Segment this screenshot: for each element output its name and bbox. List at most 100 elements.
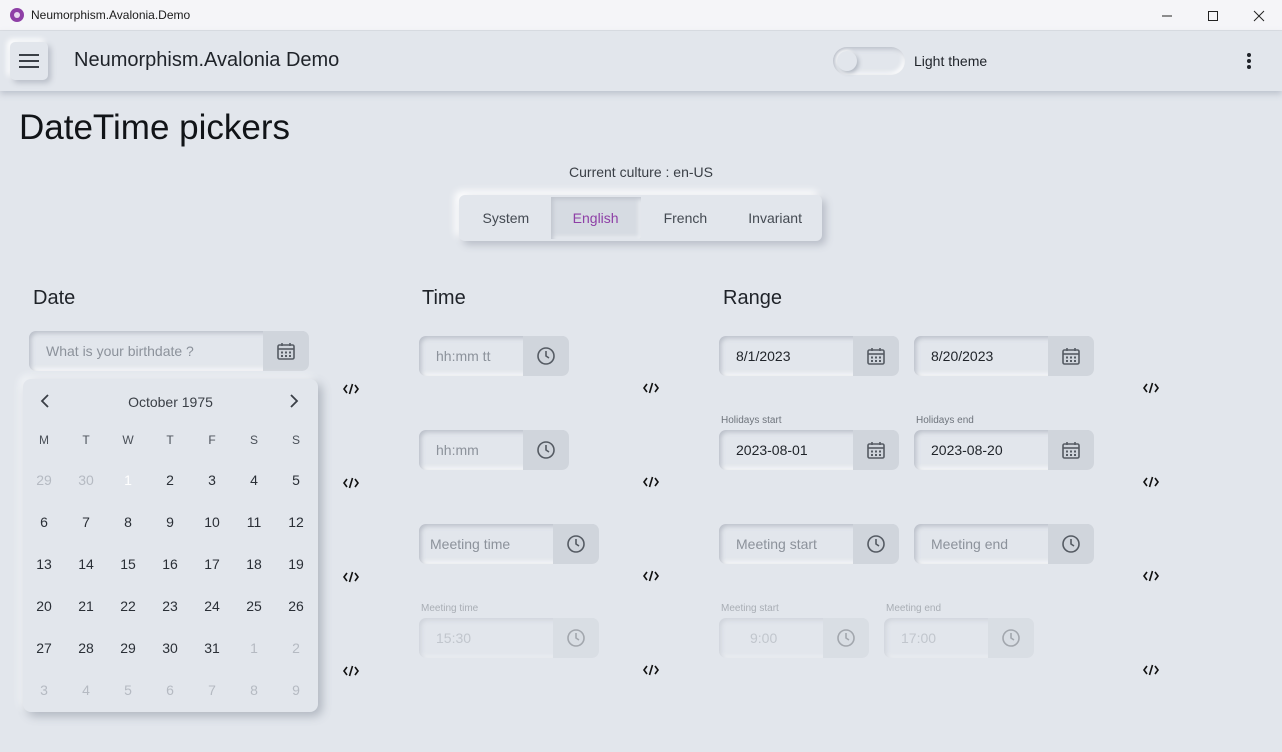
calendar-day[interactable]: 23 xyxy=(150,586,190,626)
calendar-day[interactable]: 22 xyxy=(108,586,148,626)
holidays-start-field[interactable]: 2023-08-01 xyxy=(719,430,899,470)
time-field-24h[interactable]: hh:mm xyxy=(419,430,569,470)
calendar-day[interactable]: 8 xyxy=(108,502,148,542)
calendar-day[interactable]: 15 xyxy=(108,544,148,584)
holidays-end-value: 2023-08-20 xyxy=(931,442,1003,458)
culture-option-french[interactable]: French xyxy=(641,197,731,239)
calendar-day[interactable]: 4 xyxy=(234,460,274,500)
maximize-button[interactable] xyxy=(1190,0,1236,31)
more-vert-icon xyxy=(1247,53,1251,69)
meeting-end-clock-button[interactable] xyxy=(1048,524,1094,564)
code-icon xyxy=(1143,382,1159,394)
calendar-day-outside-month[interactable]: 1 xyxy=(234,628,274,668)
view-code-button-date-1[interactable] xyxy=(341,381,361,397)
calendar-day-outside-month[interactable]: 3 xyxy=(24,670,64,710)
calendar-day[interactable]: 27 xyxy=(24,628,64,668)
view-code-button-range-2[interactable] xyxy=(1141,474,1161,490)
more-options-button[interactable] xyxy=(1236,47,1262,75)
view-code-button-time-3[interactable] xyxy=(641,568,661,584)
calendar-day[interactable]: 18 xyxy=(234,544,274,584)
meeting-time-clock-button[interactable] xyxy=(553,524,599,564)
calendar-day[interactable]: 10 xyxy=(192,502,232,542)
time-24h-clock-button[interactable] xyxy=(523,430,569,470)
calendar-day-outside-month[interactable]: 5 xyxy=(108,670,148,710)
calendar-day-outside-month[interactable]: 30 xyxy=(66,460,106,500)
time-field-12h[interactable]: hh:mm tt xyxy=(419,336,569,376)
calendar-day[interactable]: 3 xyxy=(192,460,232,500)
calendar-day-outside-month[interactable]: 4 xyxy=(66,670,106,710)
code-icon xyxy=(643,664,659,676)
range-end-calendar-button[interactable] xyxy=(1048,336,1094,376)
meeting-end-disabled-value: 17:00 xyxy=(901,630,937,646)
view-code-button-time-2[interactable] xyxy=(641,474,661,490)
calendar-day-selected[interactable]: 1 xyxy=(108,460,148,500)
view-code-button-range-4[interactable] xyxy=(1141,662,1161,678)
culture-option-english[interactable]: English xyxy=(550,197,641,239)
calendar-day[interactable]: 17 xyxy=(192,544,232,584)
calendar-day-outside-month[interactable]: 2 xyxy=(276,628,316,668)
culture-option-invariant[interactable]: Invariant xyxy=(730,197,820,239)
calendar-day[interactable]: 9 xyxy=(150,502,190,542)
minimize-button[interactable] xyxy=(1144,0,1190,31)
calendar-day[interactable]: 26 xyxy=(276,586,316,626)
calendar-day-outside-month[interactable]: 6 xyxy=(150,670,190,710)
holidays-end-calendar-button[interactable] xyxy=(1048,430,1094,470)
view-code-button-time-1[interactable] xyxy=(641,380,661,396)
birthdate-date-field[interactable]: What is your birthdate ? xyxy=(29,331,309,371)
calendar-day[interactable]: 20 xyxy=(24,586,64,626)
calendar-day[interactable]: 24 xyxy=(192,586,232,626)
calendar-day[interactable]: 2 xyxy=(150,460,190,500)
app-title: Neumorphism.Avalonia Demo xyxy=(74,49,340,71)
calendar-day[interactable]: 7 xyxy=(66,502,106,542)
view-code-button-range-3[interactable] xyxy=(1141,568,1161,584)
holidays-start-calendar-button[interactable] xyxy=(853,430,899,470)
hamburger-menu-button[interactable] xyxy=(10,42,48,80)
calendar-day[interactable]: 21 xyxy=(66,586,106,626)
view-code-button-time-4[interactable] xyxy=(641,662,661,678)
view-code-button-date-3[interactable] xyxy=(341,569,361,585)
range-start-calendar-button[interactable] xyxy=(853,336,899,376)
code-icon xyxy=(643,382,659,394)
calendar-day[interactable]: 16 xyxy=(150,544,190,584)
meeting-time-field[interactable]: Meeting time xyxy=(419,524,599,564)
calendar-month-label[interactable]: October 1975 xyxy=(23,394,318,410)
app-bar: Neumorphism.Avalonia Demo Light theme xyxy=(0,31,1282,91)
view-code-button-date-2[interactable] xyxy=(341,475,361,491)
holidays-end-field[interactable]: 2023-08-20 xyxy=(914,430,1094,470)
time-12h-clock-button[interactable] xyxy=(523,336,569,376)
meeting-start-clock-button[interactable] xyxy=(853,524,899,564)
calendar-day[interactable]: 28 xyxy=(66,628,106,668)
calendar-day-outside-month[interactable]: 9 xyxy=(276,670,316,710)
section-title-time: Time xyxy=(422,287,466,309)
calendar-day-outside-month[interactable]: 8 xyxy=(234,670,274,710)
culture-option-system[interactable]: System xyxy=(461,197,551,239)
meeting-time-disabled-clock-button xyxy=(553,618,599,658)
calendar-day[interactable]: 12 xyxy=(276,502,316,542)
range-start-date-field[interactable]: 8/1/2023 xyxy=(719,336,899,376)
calendar-icon xyxy=(867,442,885,459)
range-end-date-field[interactable]: 8/20/2023 xyxy=(914,336,1094,376)
calendar-day[interactable]: 30 xyxy=(150,628,190,668)
close-button[interactable] xyxy=(1236,0,1282,31)
calendar-day[interactable]: 6 xyxy=(24,502,64,542)
meeting-start-field[interactable]: Meeting start xyxy=(719,524,899,564)
calendar-day[interactable]: 25 xyxy=(234,586,274,626)
next-month-button[interactable] xyxy=(284,391,304,411)
view-code-button-date-4[interactable] xyxy=(341,663,361,679)
calendar-day[interactable]: 13 xyxy=(24,544,64,584)
calendar-day[interactable]: 11 xyxy=(234,502,274,542)
meeting-end-disabled-field: 17:00 xyxy=(884,618,1034,658)
section-title-range: Range xyxy=(723,287,782,309)
theme-toggle-switch[interactable] xyxy=(833,47,905,75)
calendar-day[interactable]: 31 xyxy=(192,628,232,668)
view-code-button-range-1[interactable] xyxy=(1141,380,1161,396)
calendar-button[interactable] xyxy=(263,331,309,371)
meeting-end-field[interactable]: Meeting end xyxy=(914,524,1094,564)
weekday-header: S xyxy=(291,433,300,447)
calendar-day[interactable]: 29 xyxy=(108,628,148,668)
calendar-day-outside-month[interactable]: 7 xyxy=(192,670,232,710)
calendar-day[interactable]: 5 xyxy=(276,460,316,500)
calendar-day[interactable]: 19 xyxy=(276,544,316,584)
calendar-day[interactable]: 14 xyxy=(66,544,106,584)
calendar-day-outside-month[interactable]: 29 xyxy=(24,460,64,500)
